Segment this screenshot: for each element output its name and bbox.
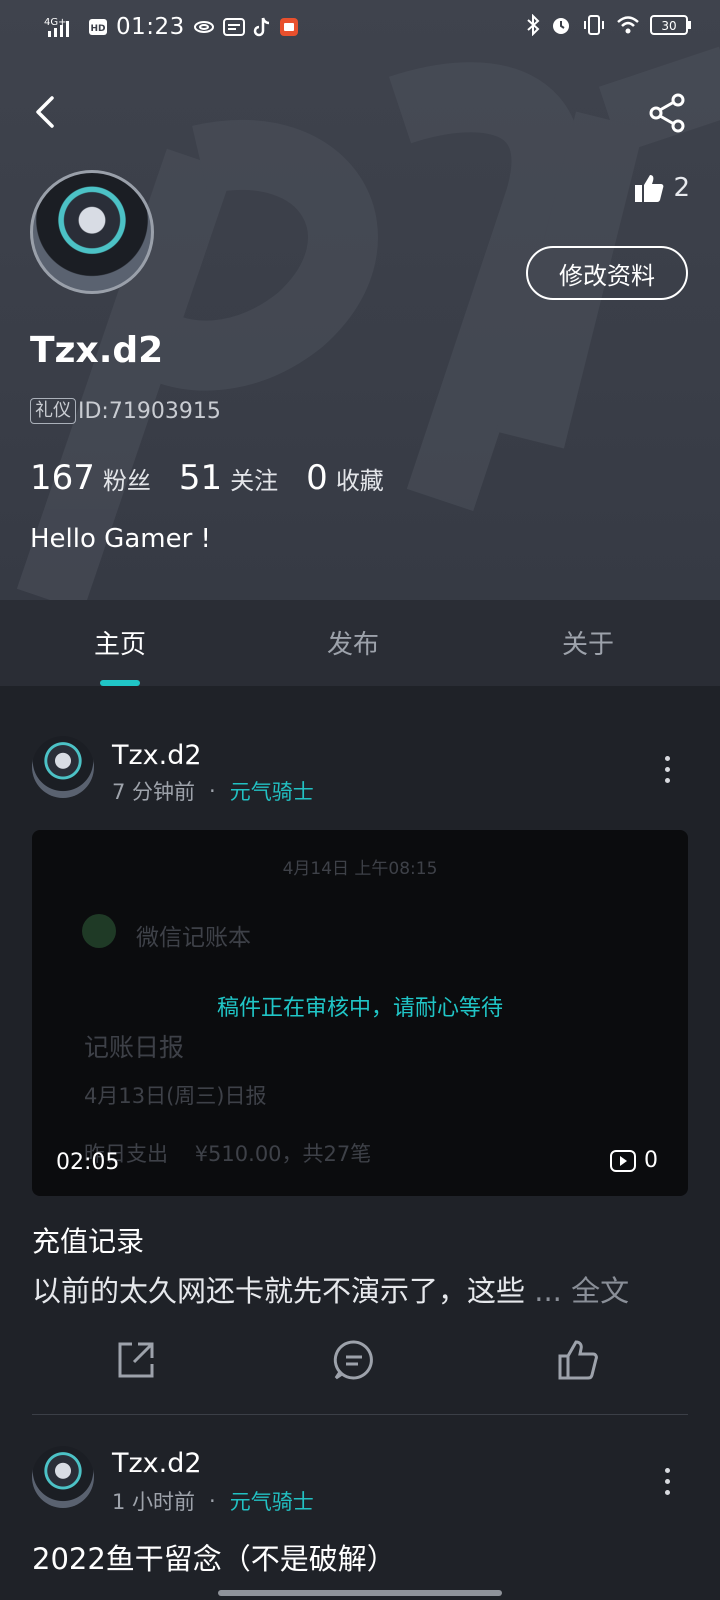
svg-text:HD: HD bbox=[90, 24, 105, 34]
excerpt-ellipsis: ... bbox=[534, 1274, 562, 1308]
video-faint-day: 4月13日(周三)日报 bbox=[84, 1084, 267, 1108]
back-arrow-icon bbox=[36, 96, 54, 128]
post-meta: 1 小时前 · 元气骑士 bbox=[112, 1486, 314, 1516]
vibrate-icon bbox=[582, 14, 606, 36]
tiktok-icon bbox=[253, 17, 271, 37]
tab-posts[interactable]: 发布 bbox=[293, 624, 413, 661]
post-more-button[interactable] bbox=[662, 756, 672, 786]
back-button[interactable] bbox=[28, 92, 68, 132]
post-game-tag[interactable]: 元气骑士 bbox=[230, 776, 314, 806]
active-tab-indicator bbox=[100, 680, 140, 686]
profile-badge[interactable]: 礼仪 bbox=[30, 398, 76, 424]
profile-id-row: 礼仪 ID:71903915 bbox=[30, 398, 221, 424]
meta-separator: · bbox=[209, 779, 216, 803]
post-excerpt-text: 以前的太久网还卡就先不演示了，这些 bbox=[32, 1274, 526, 1308]
favorites-label[interactable]: 收藏 bbox=[336, 461, 384, 496]
listen-app-icon bbox=[279, 17, 299, 37]
profile-header: 4G+ HD 01:23 30 2 修改资料 Tzx.d2 礼仪 ID:7190… bbox=[0, 0, 720, 600]
profile-like-button[interactable]: 2 bbox=[633, 172, 690, 204]
profile-username: Tzx.d2 bbox=[30, 330, 164, 371]
tab-home[interactable]: 主页 bbox=[60, 624, 180, 661]
more-vertical-icon bbox=[662, 1468, 672, 1495]
fans-count[interactable]: 167 bbox=[30, 458, 95, 498]
following-label[interactable]: 关注 bbox=[230, 461, 278, 496]
post-excerpt[interactable]: 以前的太久网还卡就先不演示了，这些 ... 全文 bbox=[32, 1268, 629, 1310]
status-bar: 4G+ HD 01:23 30 bbox=[0, 0, 720, 56]
share-button[interactable] bbox=[646, 92, 688, 134]
ledger-app-icon bbox=[82, 914, 116, 948]
profile-tabs: 主页 发布 关于 bbox=[0, 600, 720, 686]
post-actions bbox=[0, 1338, 720, 1382]
external-share-icon bbox=[118, 1342, 154, 1378]
profile-stats: 167 粉丝 51 关注 0 收藏 bbox=[30, 458, 404, 498]
hotspot-icon bbox=[193, 19, 215, 35]
message-icon bbox=[222, 17, 245, 37]
tab-about[interactable]: 关于 bbox=[528, 624, 648, 661]
read-full-link[interactable]: 全文 bbox=[571, 1274, 629, 1308]
profile-id: ID:71903915 bbox=[78, 398, 221, 424]
post-author-name[interactable]: Tzx.d2 bbox=[112, 740, 202, 771]
post-author-name[interactable]: Tzx.d2 bbox=[112, 1448, 202, 1479]
thumbs-up-icon bbox=[635, 175, 664, 202]
profile-bio: Hello Gamer ! bbox=[30, 524, 211, 554]
network-type-label: 4G+ bbox=[44, 17, 67, 28]
following-count[interactable]: 51 bbox=[179, 458, 222, 498]
signal-icon: 4G+ bbox=[44, 15, 80, 39]
clock-time: 01:23 bbox=[116, 14, 185, 40]
post-more-button[interactable] bbox=[662, 1468, 672, 1498]
video-views: 0 bbox=[610, 1148, 658, 1173]
more-vertical-icon bbox=[662, 756, 672, 783]
fans-label[interactable]: 粉丝 bbox=[103, 461, 151, 496]
post-author-avatar[interactable] bbox=[32, 736, 94, 798]
video-view-count: 0 bbox=[644, 1148, 658, 1173]
meta-separator: · bbox=[209, 1489, 216, 1513]
favorites-count[interactable]: 0 bbox=[306, 458, 328, 498]
video-faint-app: 微信记账本 bbox=[136, 925, 251, 951]
post-meta: 7 分钟前 · 元气骑士 bbox=[112, 776, 314, 806]
hd-icon: HD bbox=[88, 17, 108, 37]
post-game-tag[interactable]: 元气骑士 bbox=[230, 1486, 314, 1516]
battery-level: 30 bbox=[661, 19, 676, 33]
post-title[interactable]: 充值记录 bbox=[32, 1220, 144, 1260]
review-status-text: 稿件正在审核中，请耐心等待 bbox=[216, 996, 503, 1021]
post-author-avatar[interactable] bbox=[32, 1446, 94, 1508]
home-indicator[interactable] bbox=[218, 1590, 502, 1596]
like-post-button[interactable] bbox=[556, 1338, 600, 1382]
profile-like-count: 2 bbox=[673, 173, 690, 203]
bluetooth-icon bbox=[526, 14, 540, 36]
post-time: 7 分钟前 bbox=[112, 780, 196, 804]
comment-button[interactable] bbox=[332, 1338, 376, 1382]
post-time: 1 小时前 bbox=[112, 1490, 196, 1514]
battery-icon: 30 bbox=[650, 14, 692, 36]
comment-icon bbox=[333, 1340, 373, 1380]
post-divider bbox=[32, 1414, 688, 1415]
post-video[interactable]: 4月14日 上午08:15 微信记账本 稿件正在审核中，请耐心等待 记账日报 4… bbox=[32, 830, 688, 1196]
share-icon bbox=[649, 93, 685, 133]
video-faint-date: 4月14日 上午08:15 bbox=[282, 859, 438, 879]
edit-profile-button[interactable]: 修改资料 bbox=[526, 246, 688, 300]
video-duration: 02:05 bbox=[56, 1150, 120, 1175]
share-post-button[interactable] bbox=[114, 1338, 158, 1382]
alarm-icon bbox=[550, 14, 572, 36]
video-faint-spend: 昨日支出 ¥510.00，共27笔 bbox=[84, 1142, 372, 1166]
video-faint-report: 记账日报 bbox=[84, 1033, 185, 1062]
wifi-icon bbox=[616, 15, 640, 35]
profile-avatar[interactable] bbox=[30, 170, 154, 294]
watermark-graphic bbox=[16, 46, 720, 600]
post-title[interactable]: 2022鱼干留念（不是破解） bbox=[32, 1536, 396, 1578]
thumbs-up-outline-icon bbox=[558, 1340, 598, 1380]
play-count-icon bbox=[610, 1149, 636, 1172]
